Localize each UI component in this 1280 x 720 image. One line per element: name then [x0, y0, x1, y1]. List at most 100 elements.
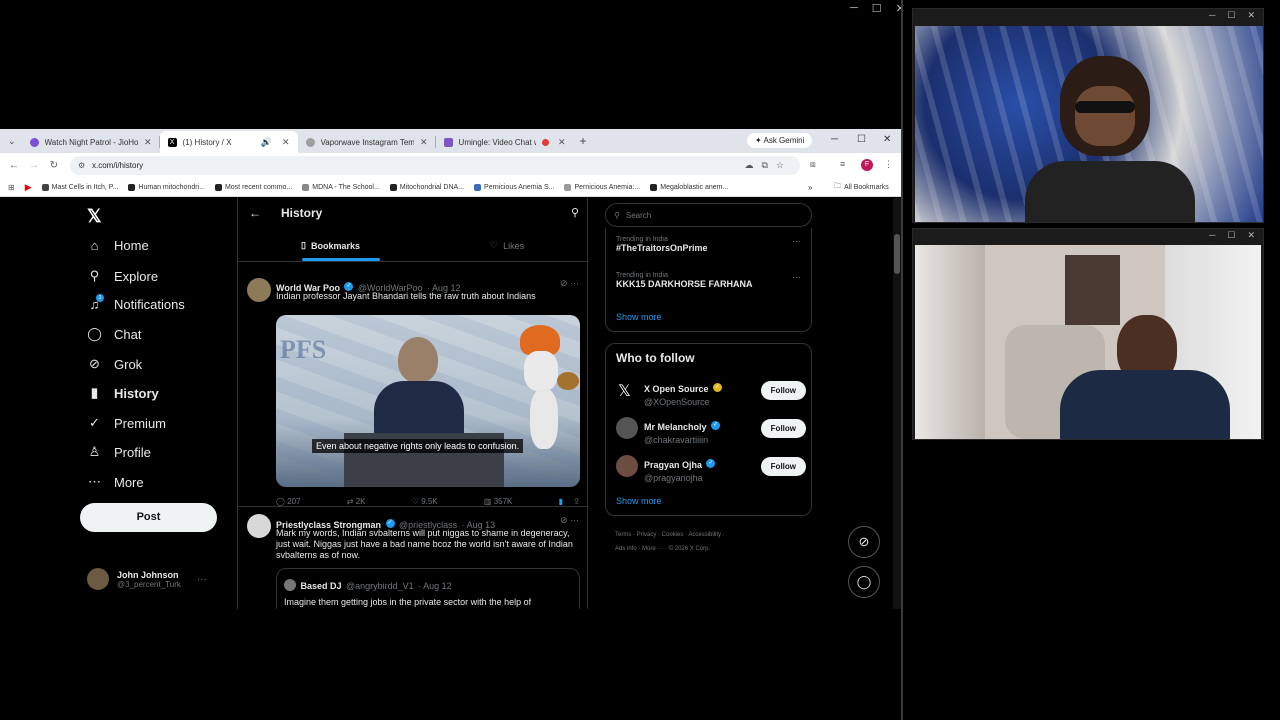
- bookmark-item[interactable]: MDNA - The School...: [302, 183, 380, 191]
- bookmark-item[interactable]: Human mitochondri...: [128, 183, 205, 191]
- address-bar[interactable]: ⚙ x.com/i/history ☁⧉☆: [70, 156, 800, 175]
- ask-gemini-button[interactable]: ✦ Ask Gemini: [747, 133, 813, 148]
- nav-premium[interactable]: ✓ Premium: [87, 415, 166, 431]
- bookmark-item[interactable]: Most recent commo...: [214, 183, 292, 191]
- tab-x-history[interactable]: X (1) History / X 🔊 ✕: [159, 131, 298, 153]
- grok-fab-icon[interactable]: ⊘: [848, 526, 880, 558]
- minimize-icon[interactable]: ─: [1209, 230, 1215, 241]
- x-logo-icon[interactable]: 𝕏: [87, 206, 102, 227]
- tab-jiohotstar[interactable]: Watch Night Patrol - JioHotstar ✕: [22, 131, 160, 153]
- post-button[interactable]: Post: [80, 503, 217, 532]
- search-input[interactable]: ⚲ Search: [605, 203, 812, 227]
- profile-icon: ♙: [88, 444, 101, 459]
- youtube-icon[interactable]: ▶: [25, 182, 32, 193]
- bookmark-item[interactable]: Mast Cells in Itch, P...: [41, 183, 118, 191]
- close-tab-icon[interactable]: ✕: [282, 137, 290, 148]
- close-tab-icon[interactable]: ✕: [420, 137, 428, 148]
- avatar: [284, 578, 296, 591]
- trend-more-icon[interactable]: ···: [792, 272, 801, 282]
- apps-icon[interactable]: ⊞: [8, 183, 15, 192]
- tab-label: Bookmarks: [310, 240, 360, 251]
- tab-vaporwave[interactable]: Vaporwave Instagram Template ✕: [298, 131, 436, 153]
- more-bookmarks-icon[interactable]: »: [808, 183, 812, 192]
- account-name: John Johnson: [117, 569, 179, 580]
- tweet-more-icon[interactable]: ⊘ ···: [560, 278, 579, 289]
- scrollbar-thumb[interactable]: [894, 234, 900, 274]
- maximize-icon[interactable]: ☐: [1227, 230, 1235, 241]
- tab-likes[interactable]: ♡ Likes: [490, 240, 524, 251]
- follow-button[interactable]: Follow: [760, 381, 806, 400]
- extensions-icon[interactable]: ⧈: [810, 159, 816, 170]
- bookmark-button[interactable]: ▮ ⇪: [559, 497, 580, 506]
- follow-button[interactable]: Follow: [760, 457, 806, 476]
- back-icon[interactable]: ←: [4, 160, 24, 171]
- all-bookmarks[interactable]: 🗀 All Bookmarks: [834, 182, 889, 193]
- trend-item[interactable]: Trending in India #TheTraitorsOnPrime: [616, 236, 708, 253]
- tweet-more-icon[interactable]: ⊘ ···: [560, 515, 579, 526]
- minimize-icon[interactable]: ─: [1209, 10, 1215, 21]
- maximize-icon[interactable]: ☐: [1227, 10, 1235, 21]
- who-to-follow-show-more[interactable]: Show more: [616, 496, 662, 506]
- back-arrow-icon[interactable]: ←: [249, 206, 261, 220]
- footer-line[interactable]: Ads info · More ··· · © 2026 X Corp.: [615, 542, 815, 556]
- nav-home[interactable]: ⌂ Home: [87, 238, 149, 253]
- tab-search-icon[interactable]: ⌄: [8, 136, 16, 147]
- maximize-icon[interactable]: ☐: [857, 134, 866, 145]
- close-tab-icon[interactable]: ✕: [144, 137, 152, 148]
- nav-profile[interactable]: ♙ Profile: [87, 444, 151, 460]
- like-button[interactable]: ♡ 9.5K: [412, 497, 438, 506]
- tweet[interactable]: World War Poo ✓ @WorldWarPoo · Aug 12 ⊘ …: [238, 270, 587, 507]
- new-tab-button[interactable]: +: [580, 134, 587, 148]
- bookmark-item[interactable]: Megaloblastic anem...: [650, 183, 728, 191]
- minimize-icon[interactable]: ─: [850, 2, 858, 15]
- close-icon[interactable]: ✕: [883, 134, 891, 145]
- minimize-icon[interactable]: ─: [831, 134, 838, 145]
- close-icon[interactable]: ✕: [1247, 10, 1255, 21]
- reply-button[interactable]: ◯ 207: [276, 497, 301, 506]
- bookmark-star-icon[interactable]: ☁⧉☆: [745, 160, 793, 171]
- follow-suggestion[interactable]: Pragyan Ojha ✓ @pragyanojha Follow: [616, 453, 806, 483]
- quoted-tweet[interactable]: Based DJ @angrybirdd_V1 · Aug 12 Imagine…: [276, 568, 580, 609]
- close-tab-icon[interactable]: ✕: [558, 137, 566, 148]
- url-text[interactable]: x.com/i/history: [92, 161, 143, 170]
- bookmark-item[interactable]: Mitochondrial DNA...: [389, 183, 464, 191]
- menu-icon[interactable]: ⋮: [884, 159, 893, 170]
- views-button[interactable]: ▥ 357K: [484, 497, 512, 506]
- close-icon[interactable]: ✕: [1247, 230, 1255, 241]
- footer-line[interactable]: Terms · Privacy · Cookies · Accessibilit…: [615, 528, 815, 542]
- site-info-icon[interactable]: ⚙: [78, 161, 85, 170]
- nav-notifications[interactable]: ♫ 1 Notifications: [87, 294, 185, 312]
- tab-bar: ⌄ Watch Night Patrol - JioHotstar ✕ X (1…: [0, 129, 901, 153]
- tweet-video[interactable]: PFS Even about negative rights only lead…: [276, 315, 580, 487]
- reload-icon[interactable]: ↻: [44, 160, 64, 171]
- share-icon[interactable]: ⇪: [573, 497, 580, 506]
- bookmark-item[interactable]: Pernicious Anemia:...: [564, 183, 640, 191]
- trend-more-icon[interactable]: ···: [792, 236, 801, 246]
- nav-chat[interactable]: ◯ Chat: [87, 326, 141, 342]
- tweet[interactable]: Priestlyclass Strongman ✓ @priestlyclass…: [238, 508, 587, 609]
- search-icon[interactable]: ⚲: [571, 206, 579, 219]
- follow-suggestion[interactable]: 𝕏 X Open Source ✓ @XOpenSource Follow: [616, 377, 806, 407]
- maximize-icon[interactable]: ☐: [872, 2, 882, 15]
- follow-suggestion[interactable]: Mr Melancholy ✓ @chakravartiiiin Follow: [616, 415, 806, 445]
- trend-item[interactable]: Trending in India KKK15 DARKHORSE FARHAN…: [616, 272, 753, 289]
- more-options-icon[interactable]: ···: [197, 574, 207, 585]
- trends-show-more[interactable]: Show more: [616, 312, 662, 322]
- nav-more[interactable]: ⋯ More: [87, 474, 144, 490]
- profile-avatar[interactable]: F: [861, 159, 873, 171]
- repost-button[interactable]: ⇄ 2K: [347, 497, 366, 506]
- follow-button[interactable]: Follow: [760, 419, 806, 438]
- nav-explore[interactable]: ⚲ Explore: [87, 268, 158, 284]
- avatar: [87, 568, 109, 590]
- tab-bookmarks[interactable]: ▯ Bookmarks: [301, 240, 360, 251]
- tab-umingle[interactable]: Umingle: Video Chat with S ✕: [436, 131, 574, 153]
- nav-history[interactable]: ▮ History: [87, 385, 159, 401]
- audio-icon[interactable]: 🔊: [261, 137, 272, 148]
- nav-grok[interactable]: ⊘ Grok: [87, 356, 142, 372]
- media-icon[interactable]: ≡: [840, 159, 845, 169]
- forward-icon[interactable]: →: [24, 160, 44, 171]
- account-switcher[interactable]: John Johnson @3_percent_Turk ···: [87, 568, 207, 590]
- bookmark-item[interactable]: Pernicious Anemia S...: [474, 183, 554, 191]
- scrollbar[interactable]: [893, 198, 901, 609]
- messages-fab-icon[interactable]: ◯: [848, 566, 880, 598]
